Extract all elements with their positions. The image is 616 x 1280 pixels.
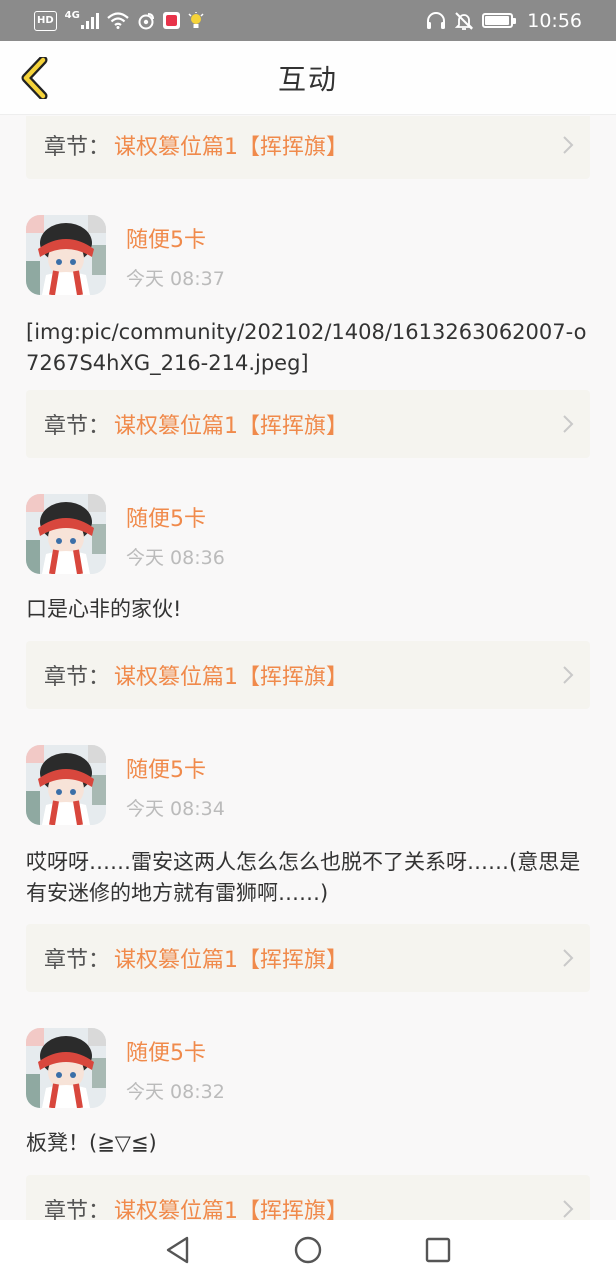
chapter-prefix: 章节： (44, 1199, 111, 1220)
status-bar-right: 10:56 (426, 10, 582, 32)
post-content: [img:pic/community/202102/1408/161326306… (26, 320, 587, 375)
chapter-link[interactable]: 章节： 谋权篡位篇1【挥挥旗】 (26, 116, 590, 179)
avatar[interactable] (26, 215, 106, 295)
avatar[interactable] (26, 494, 106, 574)
post-time: 今天 08:37 (126, 268, 225, 290)
battery-level (485, 16, 509, 25)
chapter-name: 谋权篡位篇1【挥挥旗】 (114, 948, 349, 973)
chapter-name: 谋权篡位篇1【挥挥旗】 (114, 414, 349, 439)
chapter-link[interactable]: 章节： 谋权篡位篇1【挥挥旗】 (26, 1175, 590, 1220)
network-type: 4G (64, 10, 80, 21)
post-header: 随便5卡 今天 08:34 (26, 745, 590, 827)
system-navigation-bar (0, 1220, 616, 1280)
back-button[interactable] (14, 56, 58, 100)
avatar[interactable] (26, 1028, 106, 1108)
reader-app-icon (162, 12, 180, 29)
avatar[interactable] (26, 745, 106, 825)
chapter-link[interactable]: 章节： 谋权篡位篇1【挥挥旗】 (26, 641, 590, 709)
screen: HD 4G 10:56 互动 章节： 谋权篡位篇1【挥挥旗】 随便5卡 今天 0… (0, 0, 616, 1280)
status-bar: HD 4G 10:56 (0, 0, 616, 41)
post-username[interactable]: 随便5卡 (126, 501, 206, 533)
chevron-right-icon (562, 414, 574, 434)
post-item: 随便5卡 今天 08:32 板凳！(≧▽≦) (26, 1028, 590, 1159)
post-time: 今天 08:34 (126, 798, 225, 820)
nav-recents-button[interactable] (373, 1220, 503, 1280)
chapter-prefix: 章节： (44, 948, 111, 973)
square-recents-icon (425, 1237, 451, 1263)
post-item: 随便5卡 今天 08:34 哎呀呀……雷安这两人怎么怎么也脱不了关系呀……(意思… (26, 745, 590, 909)
wifi-icon (107, 11, 129, 31)
nav-back-button[interactable] (113, 1220, 243, 1280)
battery-icon (482, 13, 517, 28)
triangle-back-icon (166, 1236, 189, 1264)
circle-home-icon (294, 1236, 322, 1264)
mute-bell-icon (454, 11, 474, 31)
post-username[interactable]: 随便5卡 (126, 752, 206, 784)
lightbulb-icon (188, 11, 204, 31)
post-header: 随便5卡 今天 08:32 (26, 1028, 590, 1110)
nav-home-button[interactable] (243, 1220, 373, 1280)
post-content: 板凳！(≧▽≦) (26, 1131, 157, 1155)
chapter-prefix: 章节： (44, 414, 111, 439)
chevron-right-icon (562, 665, 574, 685)
chapter-link[interactable]: 章节： 谋权篡位篇1【挥挥旗】 (26, 390, 590, 458)
chapter-name: 谋权篡位篇1【挥挥旗】 (114, 135, 349, 160)
page-title: 互动 (277, 62, 338, 96)
post-item: 随便5卡 今天 08:37 [img:pic/community/202102/… (26, 215, 590, 379)
weibo-icon (137, 11, 155, 31)
chapter-link[interactable]: 章节： 谋权篡位篇1【挥挥旗】 (26, 924, 590, 992)
post-time: 今天 08:32 (126, 1081, 225, 1103)
chapter-name: 谋权篡位篇1【挥挥旗】 (114, 665, 349, 690)
post-header: 随便5卡 今天 08:37 (26, 215, 590, 297)
chapter-prefix: 章节： (44, 135, 111, 160)
interaction-feed[interactable]: 章节： 谋权篡位篇1【挥挥旗】 随便5卡 今天 08:37 [img:pic/c… (0, 116, 616, 1220)
clock: 10:56 (527, 9, 582, 32)
back-arrow-icon (21, 57, 48, 99)
chapter-name: 谋权篡位篇1【挥挥旗】 (114, 1199, 349, 1220)
chevron-right-icon (562, 135, 574, 155)
post-username[interactable]: 随便5卡 (126, 222, 206, 254)
chevron-right-icon (562, 948, 574, 968)
post-time: 今天 08:36 (126, 547, 225, 569)
post-content: 口是心非的家伙! (26, 597, 182, 621)
chapter-prefix: 章节： (44, 665, 111, 690)
hd-icon: HD (34, 10, 57, 31)
app-header: 互动 (0, 41, 616, 115)
headphones-icon (426, 11, 446, 31)
post-item: 随便5卡 今天 08:36 口是心非的家伙! (26, 494, 590, 625)
post-username[interactable]: 随便5卡 (126, 1035, 206, 1067)
post-header: 随便5卡 今天 08:36 (26, 494, 590, 576)
post-content: 哎呀呀……雷安这两人怎么怎么也脱不了关系呀……(意思是有安迷修的地方就有雷狮啊…… (26, 850, 581, 905)
signal-icon: 4G (64, 10, 99, 31)
status-bar-left: HD 4G (34, 10, 204, 31)
chevron-right-icon (562, 1199, 574, 1219)
